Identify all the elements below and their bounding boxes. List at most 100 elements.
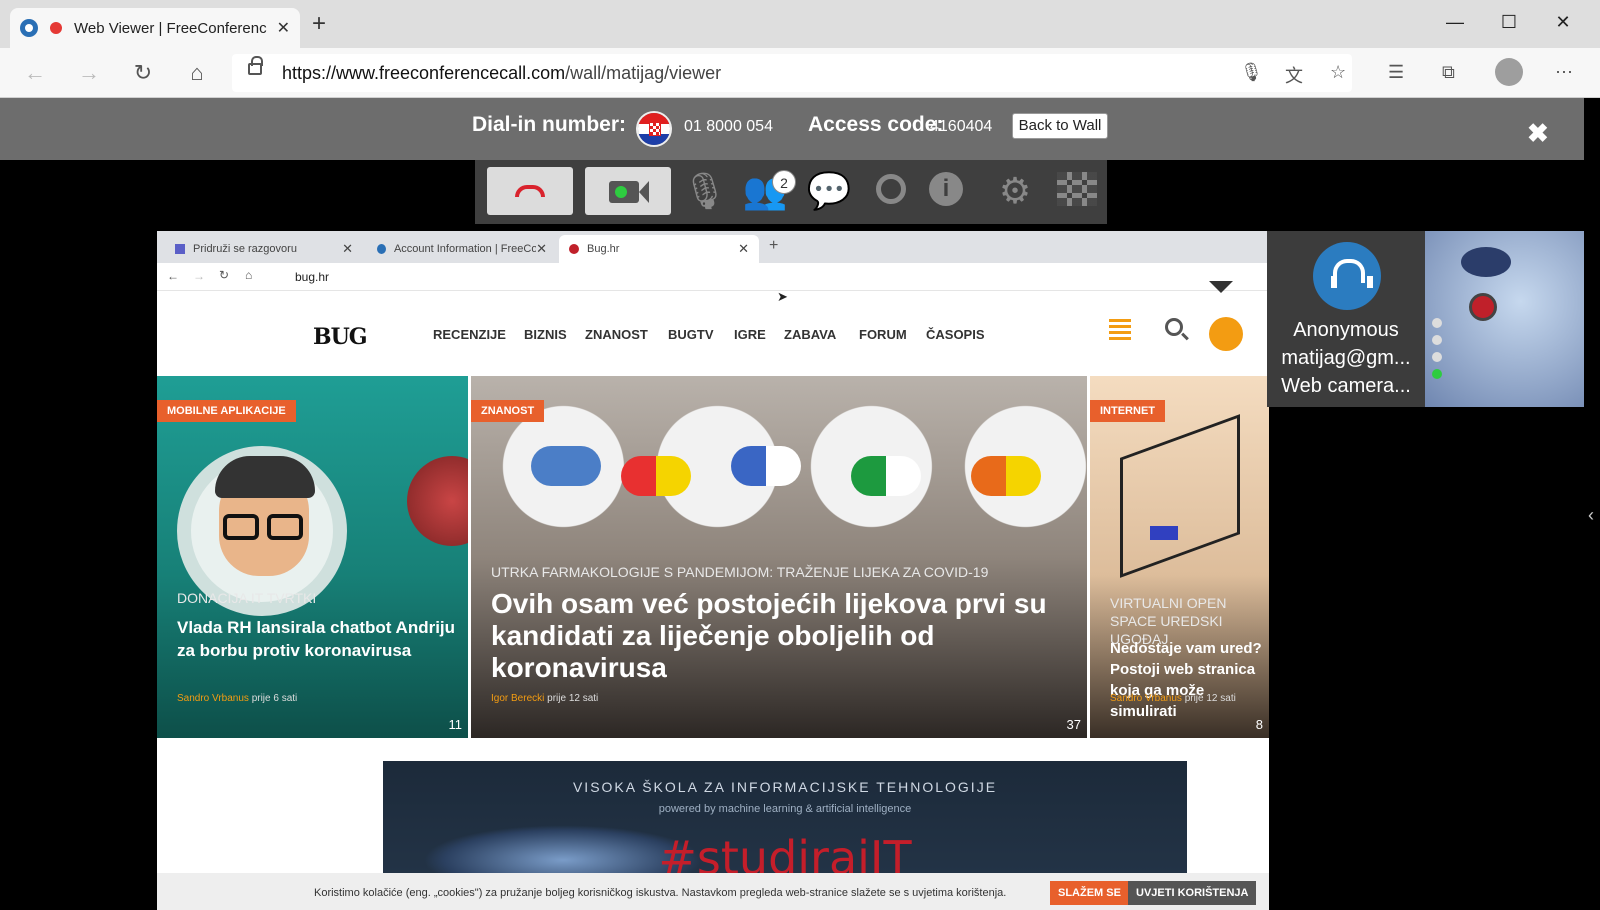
user-icon: [1209, 317, 1243, 351]
card-tag: MOBILNE APLIKACIJE: [157, 400, 296, 422]
shared-search-icon: [1165, 318, 1183, 336]
access-code-label: Access code:: [808, 113, 944, 136]
shared-tab: Account Information | FreeConfe✕: [367, 235, 557, 263]
croatia-flag-icon[interactable]: [636, 111, 672, 147]
home-icon[interactable]: ⌂: [182, 60, 212, 86]
card-author: Sandro Vrbanus: [1110, 693, 1182, 704]
card-author: Igor Berecki: [491, 693, 545, 704]
pill-illustration: [531, 446, 601, 486]
bug-nav-item: RECENZIJE: [433, 327, 506, 342]
cookie-bar: Koristimo kolačiće (eng. „cookies") za p…: [157, 873, 1269, 910]
hangup-button[interactable]: [487, 167, 573, 215]
settings-icon[interactable]: ⚙: [992, 168, 1038, 214]
url-host: https://www.freeconferencecall.com: [282, 62, 566, 83]
card-byline: Sandro Vrbanus prije 12 sati: [1110, 693, 1236, 704]
microphone-permission-icon[interactable]: 🎙: [1240, 62, 1263, 83]
news-card: MOBILNE APLIKACIJE DONACIJA IT TVRTKI Vl…: [157, 376, 468, 738]
pager-dot[interactable]: [1432, 352, 1442, 362]
camera-thumbnail[interactable]: [1425, 231, 1584, 407]
hangup-icon: [515, 185, 545, 197]
shared-screen: Pridruži se razgovoru ✕ Account Informati…: [157, 231, 1269, 910]
bug-nav-item: IGRE: [734, 327, 766, 342]
banner-subtitle: powered by machine learning & artificial…: [658, 803, 912, 815]
cookie-agree-button: SLAŽEM SE: [1050, 881, 1129, 905]
maximize-button[interactable]: ☐: [1486, 8, 1532, 38]
lock-icon: [248, 56, 263, 75]
comment-count: 8: [1255, 717, 1263, 732]
shared-tab: Pridruži se razgovoru ✕: [165, 235, 363, 263]
site-favicon-icon: [20, 19, 38, 37]
chat-icon[interactable]: 💬: [806, 168, 852, 214]
card-headline: Nedostaje vam ured? Postoji web stranica…: [1110, 640, 1262, 720]
headset-icon: [1313, 242, 1381, 310]
comment-count: 37: [1066, 717, 1081, 732]
cursor-notch-icon: [1209, 281, 1233, 293]
participant-email: matijag@gm...: [1281, 347, 1411, 369]
shared-home-icon: ⌂: [245, 268, 253, 282]
card-headline: Vlada RH lansirala chatbot Andriju za bo…: [177, 618, 456, 660]
shared-tab-active: Bug.hr ✕: [559, 235, 759, 263]
site-favicon-icon: [377, 244, 386, 254]
shared-tab-label: Bug.hr: [587, 243, 620, 255]
tab-close-icon[interactable]: ✕: [277, 18, 290, 38]
browser-tab[interactable]: Web Viewer | FreeConferenc ✕: [10, 8, 300, 48]
dial-in-number: 01 8000 054: [684, 118, 773, 135]
chevron-left-icon[interactable]: ‹: [1588, 505, 1594, 526]
bug-nav-item: FORUM: [859, 327, 907, 342]
card-tag: INTERNET: [1090, 400, 1165, 422]
translate-icon[interactable]: 文: [1285, 62, 1303, 88]
url-path: /wall/matijag/viewer: [565, 62, 722, 83]
virus-illustration: [407, 456, 468, 546]
bug-logo: BUG: [313, 324, 368, 350]
minimize-button[interactable]: —: [1432, 8, 1478, 38]
pager-dot[interactable]: [1432, 335, 1442, 345]
back-icon[interactable]: ←: [20, 60, 50, 86]
profile-avatar[interactable]: [1495, 58, 1523, 86]
bug-nav-item: BUGTV: [668, 327, 714, 342]
microphone-icon[interactable]: 🎙: [682, 168, 728, 214]
card-time: prije 6 sati: [251, 693, 298, 704]
more-menu-icon[interactable]: ⋯: [1555, 62, 1573, 83]
close-icon[interactable]: ✖: [1527, 118, 1549, 149]
pager-dot-active[interactable]: [1432, 369, 1442, 379]
card-byline: Igor Berecki prije 12 sati: [491, 693, 598, 704]
search-icon[interactable]: [876, 174, 906, 204]
bug-nav-item: ZABAVA: [784, 327, 837, 342]
collections-icon[interactable]: ⧉: [1442, 62, 1455, 83]
access-code-value: 4160404: [930, 118, 993, 135]
back-to-wall-button[interactable]: Back to Wall: [1012, 113, 1108, 139]
camera-active-indicator: [615, 186, 627, 198]
recording-dot-icon: [50, 22, 62, 34]
address-bar[interactable]: https://www.freeconferencecall.com/wall/…: [232, 54, 1352, 92]
participants-count-badge: 2: [772, 170, 796, 194]
card-time: prije 12 sati: [1184, 693, 1236, 704]
news-card: ZNANOST UTRKA FARMAKOLOGIJE S PANDEMIJOM…: [471, 376, 1087, 738]
comment-count: 11: [448, 717, 463, 732]
favorites-list-icon[interactable]: ☰: [1388, 62, 1404, 83]
bug-favicon-icon: [569, 244, 579, 254]
grid-icon[interactable]: [1057, 172, 1097, 206]
new-tab-button[interactable]: +: [312, 12, 326, 36]
camera-button[interactable]: [585, 167, 671, 215]
list-icon: [1109, 319, 1131, 341]
tab-title: Web Viewer | FreeConferenc: [74, 19, 267, 37]
card-author: Sandro Vrbanus: [177, 693, 249, 704]
office-illustration: [1120, 414, 1240, 578]
card-category: UTRKA FARMAKOLOGIJE S PANDEMIJOM: TRAŽEN…: [491, 564, 989, 580]
dial-in-bar: [0, 98, 1584, 160]
participant-name: Anonymous: [1293, 319, 1399, 341]
shared-back-icon: ←: [167, 269, 179, 283]
dial-in-label: Dial-in number:: [472, 113, 627, 136]
shared-navbar: ← → ↻ ⌂ bug.hr: [157, 263, 1269, 291]
close-window-button[interactable]: ✕: [1540, 8, 1586, 38]
card-time: prije 12 sati: [547, 693, 599, 704]
teams-icon: [175, 244, 185, 254]
favorite-star-icon[interactable]: ☆: [1330, 62, 1346, 83]
refresh-icon[interactable]: ↻: [128, 60, 158, 86]
forward-icon[interactable]: →: [74, 60, 104, 86]
bug-nav-item: BIZNIS: [524, 327, 567, 342]
banner-title: VISOKA ŠKOLA ZA INFORMACIJSKE TEHNOLOGIJ…: [572, 779, 998, 795]
info-icon[interactable]: i: [929, 172, 963, 206]
pager-dot[interactable]: [1432, 318, 1442, 328]
mouse-cursor-icon: ➤: [777, 289, 788, 304]
